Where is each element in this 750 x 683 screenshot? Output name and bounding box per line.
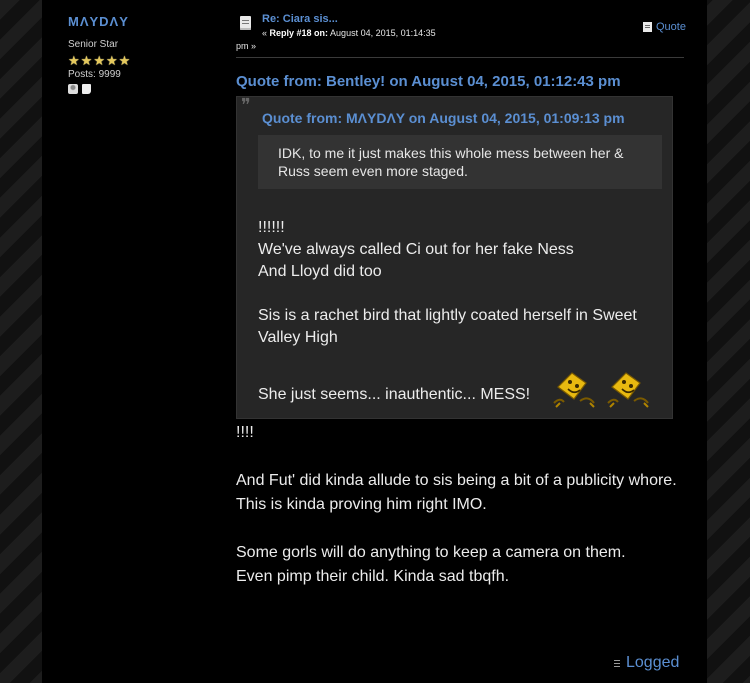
quote-button-label: Quote <box>656 21 686 33</box>
laughing-emoji-icon <box>553 372 595 408</box>
quote-line <box>258 283 668 305</box>
inner-quote-block: IDK, to me it just makes this whole mess… <box>258 135 662 189</box>
quote-line: And Lloyd did too <box>258 263 382 280</box>
quote-button[interactable]: Quote <box>643 21 686 33</box>
quote-line: We've always called Ci out for her fake … <box>258 241 574 258</box>
outer-quote-block: ❞ Quote from: MΛYDΛY on August 04, 2015,… <box>236 95 673 419</box>
body-line: !!!! <box>236 424 254 441</box>
post-container: MΛYDΛY Senior Star ★ ★ ★ ★ ★ Posts: 9999… <box>42 0 707 683</box>
rank-stars: ★ ★ ★ ★ ★ <box>68 54 218 67</box>
inner-quote-header[interactable]: Quote from: MΛYDΛY on August 04, 2015, 0… <box>262 110 625 126</box>
star-icon: ★ <box>93 53 105 68</box>
poster-name-link[interactable]: MΛYDΛY <box>68 14 218 29</box>
ip-logged-icon <box>614 659 620 667</box>
logged-status: Logged <box>614 654 679 672</box>
star-icon: ★ <box>80 53 93 68</box>
post-subject-link[interactable]: Re: Ciara sis... <box>262 13 338 25</box>
body-line: This is kinda proving him right IMO. <box>236 496 487 513</box>
body-line: Even pimp their child. Kinda sad tbqfh. <box>236 568 510 585</box>
reply-info: « Reply #18 on: August 04, 2015, 01:14:3… <box>262 28 436 38</box>
reply-number: Reply #18 on: <box>269 28 329 38</box>
star-icon: ★ <box>68 53 80 68</box>
profile-icon[interactable] <box>68 84 78 94</box>
body-line: And Fut' did kinda allude to sis being a… <box>236 472 677 489</box>
member-group: Senior Star <box>68 39 119 50</box>
quote-line: !!!!!! <box>258 219 285 236</box>
laughing-emoji-icon <box>607 372 649 408</box>
star-icon: ★ <box>105 53 118 68</box>
poster-actions <box>68 84 218 94</box>
reply-prefix: « <box>262 28 270 38</box>
quote-mark-icon: ❞ <box>241 95 251 116</box>
post-body: !!!! And Fut' did kinda allude to sis be… <box>236 421 681 589</box>
logged-label: Logged <box>626 654 680 671</box>
outer-quote-text: !!!!!! We've always called Ci out for he… <box>258 217 668 349</box>
divider <box>236 57 684 58</box>
outer-quote-header[interactable]: Quote from: Bentley! on August 04, 2015,… <box>236 73 672 90</box>
quote-icon <box>643 22 652 32</box>
quote-last-line: She just seems... inauthentic... MESS! <box>258 386 531 403</box>
poster-info: MΛYDΛY Senior Star ★ ★ ★ ★ ★ Posts: 9999 <box>68 14 218 94</box>
post-count: Posts: 9999 <box>68 69 121 80</box>
star-icon: ★ <box>118 53 131 68</box>
personal-message-icon[interactable] <box>82 84 91 94</box>
reply-date-cont: pm » <box>236 41 257 51</box>
quote-line: Sis is a rachet bird that lightly coated… <box>258 307 637 346</box>
body-line: Some gorls will do anything to keep a ca… <box>236 544 626 561</box>
reply-date: August 04, 2015, 01:14:35 <box>328 28 436 38</box>
message-icon <box>240 16 251 30</box>
